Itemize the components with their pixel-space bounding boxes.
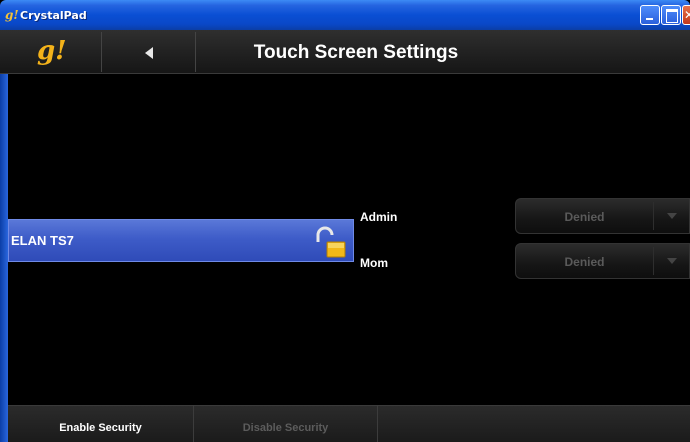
device-list-item[interactable]: ELAN TS7 (8, 219, 354, 262)
home-logo-button[interactable]: g! (8, 32, 102, 72)
user-label-admin: Admin (360, 210, 398, 224)
maximize-button[interactable] (661, 5, 681, 25)
back-button[interactable] (103, 32, 196, 72)
window-titlebar[interactable]: g! CrystalPad (0, 0, 690, 30)
chevron-down-icon (667, 213, 677, 219)
admin-permission-dropdown[interactable]: Denied (515, 198, 690, 234)
user-label-mom: Mom (360, 256, 388, 270)
disable-security-button[interactable]: Disable Security (194, 405, 378, 442)
dropdown-divider (653, 202, 654, 230)
unlocked-padlock-icon (316, 226, 346, 258)
page-title: Touch Screen Settings (253, 42, 459, 63)
window-title: CrystalPad (20, 9, 87, 22)
minimize-button[interactable] (640, 5, 660, 25)
mom-permission-dropdown[interactable]: Denied (515, 243, 690, 279)
enable-security-button[interactable]: Enable Security (8, 405, 194, 442)
device-name: ELAN TS7 (11, 233, 74, 248)
close-button[interactable] (682, 5, 690, 25)
app-logo-icon: g! (5, 8, 19, 22)
dropdown-divider (653, 247, 654, 275)
dropdown-value: Denied (564, 210, 605, 224)
g-logo-icon: g! (37, 36, 67, 66)
dropdown-value: Denied (564, 255, 605, 269)
back-arrow-icon (145, 47, 153, 59)
chevron-down-icon (667, 258, 677, 264)
window-frame-left (0, 30, 8, 442)
